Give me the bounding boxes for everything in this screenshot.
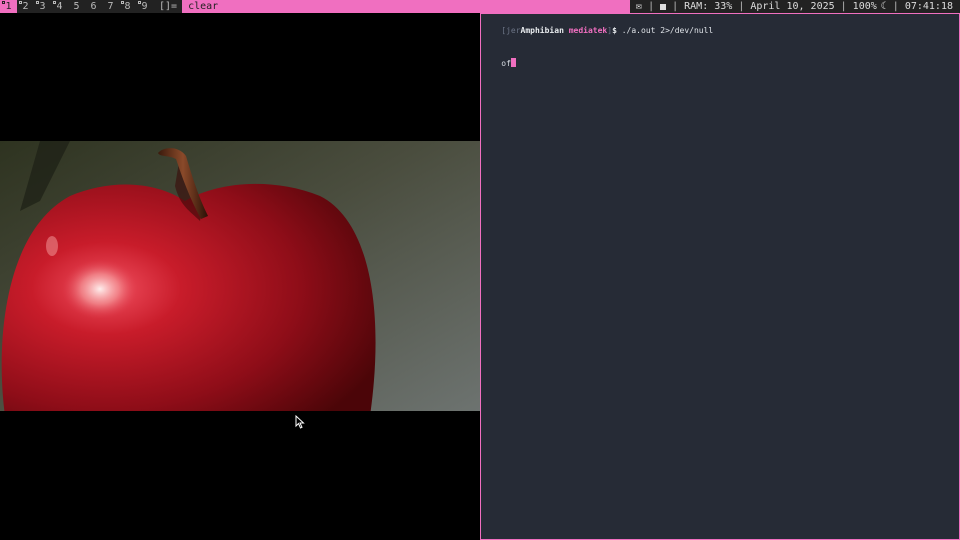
occupied-indicator <box>19 1 22 4</box>
output-line: of <box>481 47 959 80</box>
tag-7[interactable]: 7 <box>102 0 119 13</box>
occupied-indicator <box>53 1 56 4</box>
tag-label: 4 <box>56 1 63 12</box>
prompt-directory: mediatek <box>568 26 608 35</box>
ram-usage: RAM: 33% <box>684 1 733 12</box>
occupied-indicator <box>138 1 141 4</box>
tag-label: 8 <box>124 1 131 12</box>
apple-photo <box>0 141 480 411</box>
command-text: ./a.out 2>/dev/null <box>621 26 714 35</box>
tag-4[interactable]: 4 <box>51 0 68 13</box>
terminal-window[interactable]: [jerAmphibian mediatek]$ ./a.out 2>/dev/… <box>480 13 960 540</box>
tag-label: 7 <box>107 1 114 12</box>
tag-label: 3 <box>39 1 46 12</box>
tag-8[interactable]: 8 <box>119 0 136 13</box>
tag-label: 9 <box>141 1 148 12</box>
prompt-line: [jerAmphibian mediatek]$ ./a.out 2>/dev/… <box>481 14 959 47</box>
status-area: ✉ | | RAM: 33% | April 10, 2025 | 100% ☾… <box>630 0 960 13</box>
tag-1[interactable]: 1 <box>0 0 17 13</box>
occupied-indicator <box>121 1 124 4</box>
clock: 07:41:18 <box>904 1 953 12</box>
tag-3[interactable]: 3 <box>34 0 51 13</box>
brightness: 100% <box>852 1 877 12</box>
tag-list: 123456789 <box>0 0 153 13</box>
mouse-pointer-icon <box>295 415 305 429</box>
layout-indicator[interactable]: []= <box>153 0 182 13</box>
tag-9[interactable]: 9 <box>136 0 153 13</box>
tag-label: 6 <box>90 1 97 12</box>
image-viewer-window[interactable] <box>0 13 480 540</box>
prompt-dollar: $ <box>612 26 617 35</box>
terminal-cursor <box>510 58 516 67</box>
occupied-indicator <box>36 1 39 4</box>
tag-5[interactable]: 5 <box>68 0 85 13</box>
prompt-host: Amphibian <box>520 26 564 35</box>
date: April 10, 2025 <box>750 1 835 12</box>
tag-label: 2 <box>22 1 29 12</box>
apple-image <box>0 141 480 411</box>
tag-6[interactable]: 6 <box>85 0 102 13</box>
output-text: of <box>501 59 511 68</box>
occupied-indicator <box>2 1 5 4</box>
tag-label: 1 <box>5 1 12 12</box>
tag-label: 5 <box>73 1 80 12</box>
tag-2[interactable]: 2 <box>17 0 34 13</box>
prompt-user: [jer <box>501 26 521 35</box>
status-bar: 123456789 []= clear ✉ | | RAM: 33% | Apr… <box>0 0 960 13</box>
